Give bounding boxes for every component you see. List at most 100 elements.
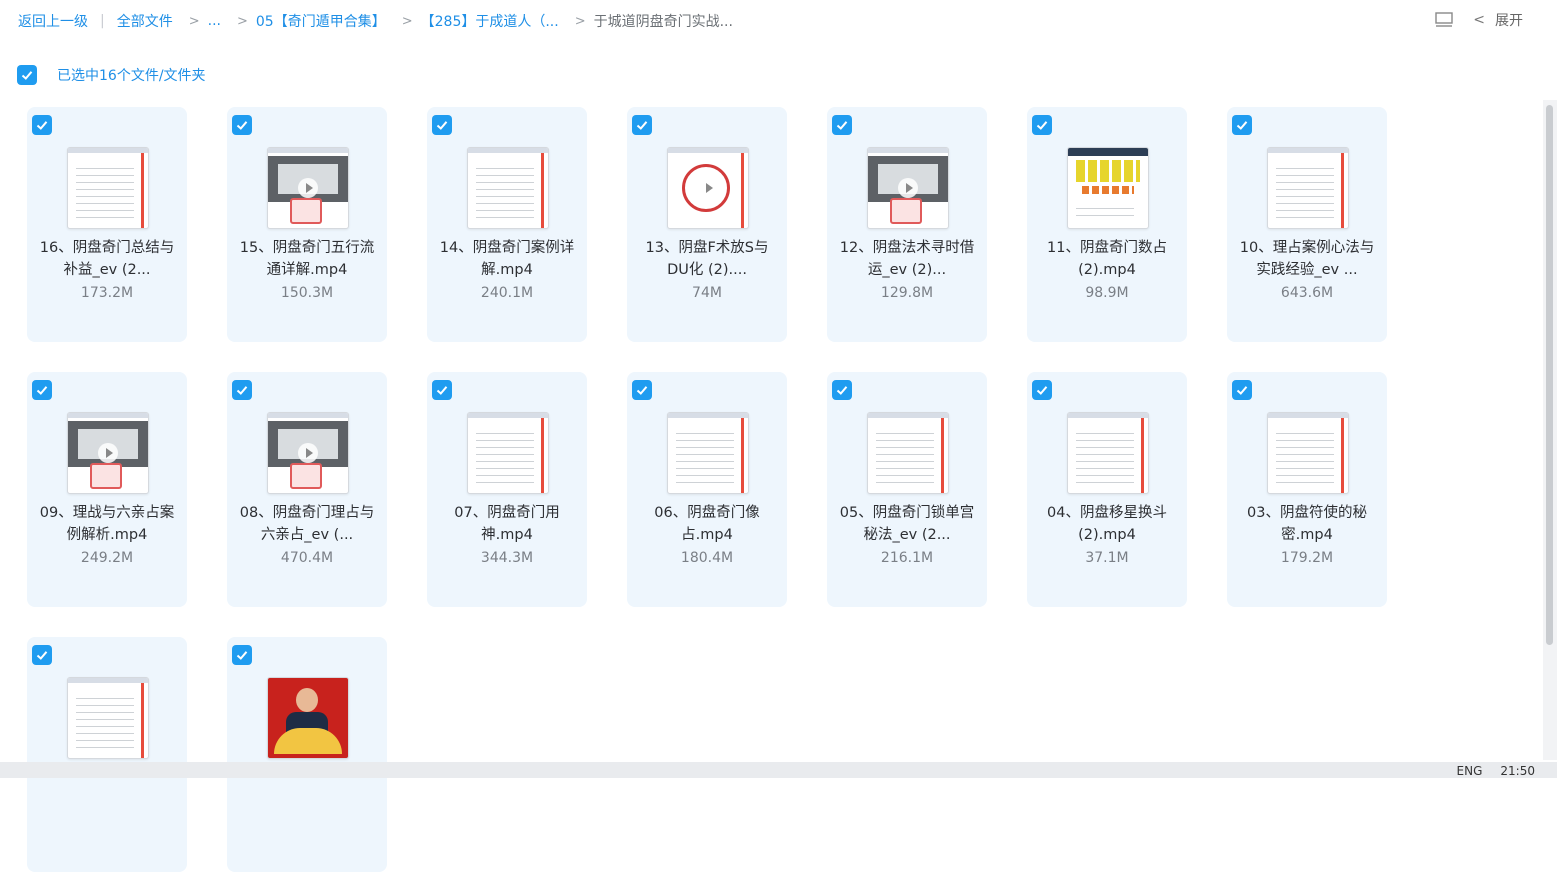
file-checkbox[interactable] — [232, 115, 252, 135]
breadcrumb-level2[interactable]: 【285】于成道人（... — [421, 11, 559, 31]
selection-count: 已选中16个文件/文件夹 — [57, 68, 206, 84]
document-thumbnail — [67, 677, 149, 759]
breadcrumb-current: 于城道阴盘奇门实战... — [593, 14, 733, 30]
file-card[interactable]: 13、阴盘F术放S与DU化 (2).... 74M — [627, 107, 787, 342]
file-card[interactable]: 15、阴盘奇门五行流通详解.mp4 150.3M — [227, 107, 387, 342]
file-name: 14、阴盘奇门案例详解.mp4 — [439, 240, 575, 278]
document-thumbnail — [867, 412, 949, 494]
file-checkbox[interactable] — [1032, 115, 1052, 135]
file-checkbox[interactable] — [632, 115, 652, 135]
file-name: 05、阴盘奇门锁单宫秘法_ev (2... — [839, 505, 975, 543]
file-card[interactable]: 03、阴盘符使的秘密.mp4 179.2M — [1227, 372, 1387, 607]
play-icon — [98, 443, 118, 463]
back-link[interactable]: 返回上一级 — [18, 11, 88, 31]
file-card[interactable]: 09、理战与六亲占案例解析.mp4 249.2M — [27, 372, 187, 607]
file-card[interactable]: 12、阴盘法术寻时借运_ev (2)... 129.8M — [827, 107, 987, 342]
file-size: 98.9M — [1085, 285, 1129, 301]
file-checkbox[interactable] — [432, 115, 452, 135]
file-name: 09、理战与六亲占案例解析.mp4 — [39, 505, 175, 543]
expand-button[interactable]: < 展开 — [1473, 10, 1523, 30]
image-thumbnail — [667, 147, 749, 229]
file-name: 11、阴盘奇门数占(2).mp4 — [1047, 240, 1167, 278]
file-size: 643.6M — [1280, 285, 1334, 301]
document-thumbnail — [667, 412, 749, 494]
file-card[interactable]: 07、阴盘奇门用神.mp4 344.3M — [427, 372, 587, 607]
file-checkbox[interactable] — [432, 380, 452, 400]
video-thumbnail — [267, 147, 349, 229]
breadcrumb-all-files[interactable]: 全部文件 — [117, 11, 173, 31]
language-indicator[interactable]: ENG — [1457, 764, 1483, 778]
document-thumbnail — [1067, 412, 1149, 494]
file-checkbox[interactable] — [632, 380, 652, 400]
file-checkbox[interactable] — [32, 380, 52, 400]
file-name: 06、阴盘奇门像占.mp4 — [654, 505, 760, 543]
file-checkbox[interactable] — [232, 380, 252, 400]
file-size: 179.2M — [1280, 550, 1334, 566]
document-thumbnail — [467, 147, 549, 229]
breadcrumb: 返回上一级 | 全部文件 > ... > 05【奇门遁甲合集】 > 【285】于… — [18, 11, 733, 31]
file-size: 240.1M — [480, 285, 534, 301]
document-thumbnail — [1267, 412, 1349, 494]
file-name: 15、阴盘奇门五行流通详解.mp4 — [239, 240, 375, 278]
video-thumbnail — [67, 412, 149, 494]
file-checkbox[interactable] — [1232, 380, 1252, 400]
chevron-right-icon: > — [401, 13, 413, 29]
file-name: 10、理占案例心法与实践经验_ev ... — [1239, 240, 1375, 278]
breadcrumb-divider: | — [100, 13, 105, 29]
file-card[interactable] — [27, 637, 187, 872]
file-checkbox[interactable] — [832, 380, 852, 400]
file-checkbox[interactable] — [1232, 115, 1252, 135]
file-checkbox[interactable] — [232, 645, 252, 665]
video-thumbnail — [867, 147, 949, 229]
chevron-right-icon: > — [236, 13, 248, 29]
clock[interactable]: 21:50 — [1500, 764, 1535, 778]
document-thumbnail — [467, 412, 549, 494]
video-thumbnail — [1067, 147, 1149, 229]
file-size: 344.3M — [480, 550, 534, 566]
file-card[interactable]: 08、阴盘奇门理占与六亲占_ev (... 470.4M — [227, 372, 387, 607]
file-size: 249.2M — [80, 550, 134, 566]
file-size: 74M — [692, 285, 722, 301]
file-size: 180.4M — [680, 550, 734, 566]
system-tray: ENG 21:50 — [1457, 764, 1535, 778]
file-name: 07、阴盘奇门用神.mp4 — [454, 505, 560, 543]
file-card[interactable]: 16、阴盘奇门总结与补益_ev (2... 173.2M — [27, 107, 187, 342]
file-checkbox[interactable] — [832, 115, 852, 135]
file-card[interactable]: 06、阴盘奇门像占.mp4 180.4M — [627, 372, 787, 607]
file-card[interactable]: 04、阴盘移星换斗(2).mp4 37.1M — [1027, 372, 1187, 607]
file-name: 08、阴盘奇门理占与六亲占_ev (... — [239, 505, 375, 543]
file-checkbox[interactable] — [32, 115, 52, 135]
file-name: 16、阴盘奇门总结与补益_ev (2... — [39, 240, 175, 278]
play-icon — [898, 178, 918, 198]
file-card[interactable]: 05、阴盘奇门锁单宫秘法_ev (2... 216.1M — [827, 372, 987, 607]
file-card[interactable]: 11、阴盘奇门数占(2).mp4 98.9M — [1027, 107, 1187, 342]
taskbar: ENG 21:50 — [0, 762, 1557, 778]
panel-toggle-icon[interactable] — [1433, 10, 1455, 30]
scrollbar-thumb[interactable] — [1546, 105, 1553, 645]
breadcrumb-level1[interactable]: 05【奇门遁甲合集】 — [256, 11, 386, 31]
play-icon — [698, 178, 718, 198]
select-all-row: 已选中16个文件/文件夹 — [17, 65, 206, 85]
file-size: 173.2M — [80, 285, 134, 301]
file-name: 12、阴盘法术寻时借运_ev (2)... — [839, 240, 975, 278]
file-card[interactable]: 10、理占案例心法与实践经验_ev ... 643.6M — [1227, 107, 1387, 342]
document-thumbnail — [67, 147, 149, 229]
file-name: 13、阴盘F术放S与DU化 (2).... — [645, 240, 769, 278]
file-size: 37.1M — [1085, 550, 1129, 566]
document-thumbnail — [1267, 147, 1349, 229]
file-size: 216.1M — [880, 550, 934, 566]
file-checkbox[interactable] — [1032, 380, 1052, 400]
top-right-tools: < 展开 — [1433, 10, 1523, 30]
file-name: 04、阴盘移星换斗(2).mp4 — [1047, 505, 1167, 543]
video-thumbnail — [267, 412, 349, 494]
select-all-checkbox[interactable] — [17, 65, 37, 85]
file-card[interactable]: 14、阴盘奇门案例详解.mp4 240.1M — [427, 107, 587, 342]
checkmark-icon — [21, 71, 33, 80]
video-thumbnail — [267, 677, 349, 759]
file-checkbox[interactable] — [32, 645, 52, 665]
file-card[interactable] — [227, 637, 387, 872]
play-icon — [298, 443, 318, 463]
breadcrumb-ellipsis[interactable]: ... — [208, 13, 221, 29]
file-size: 470.4M — [280, 550, 334, 566]
file-size: 150.3M — [280, 285, 334, 301]
